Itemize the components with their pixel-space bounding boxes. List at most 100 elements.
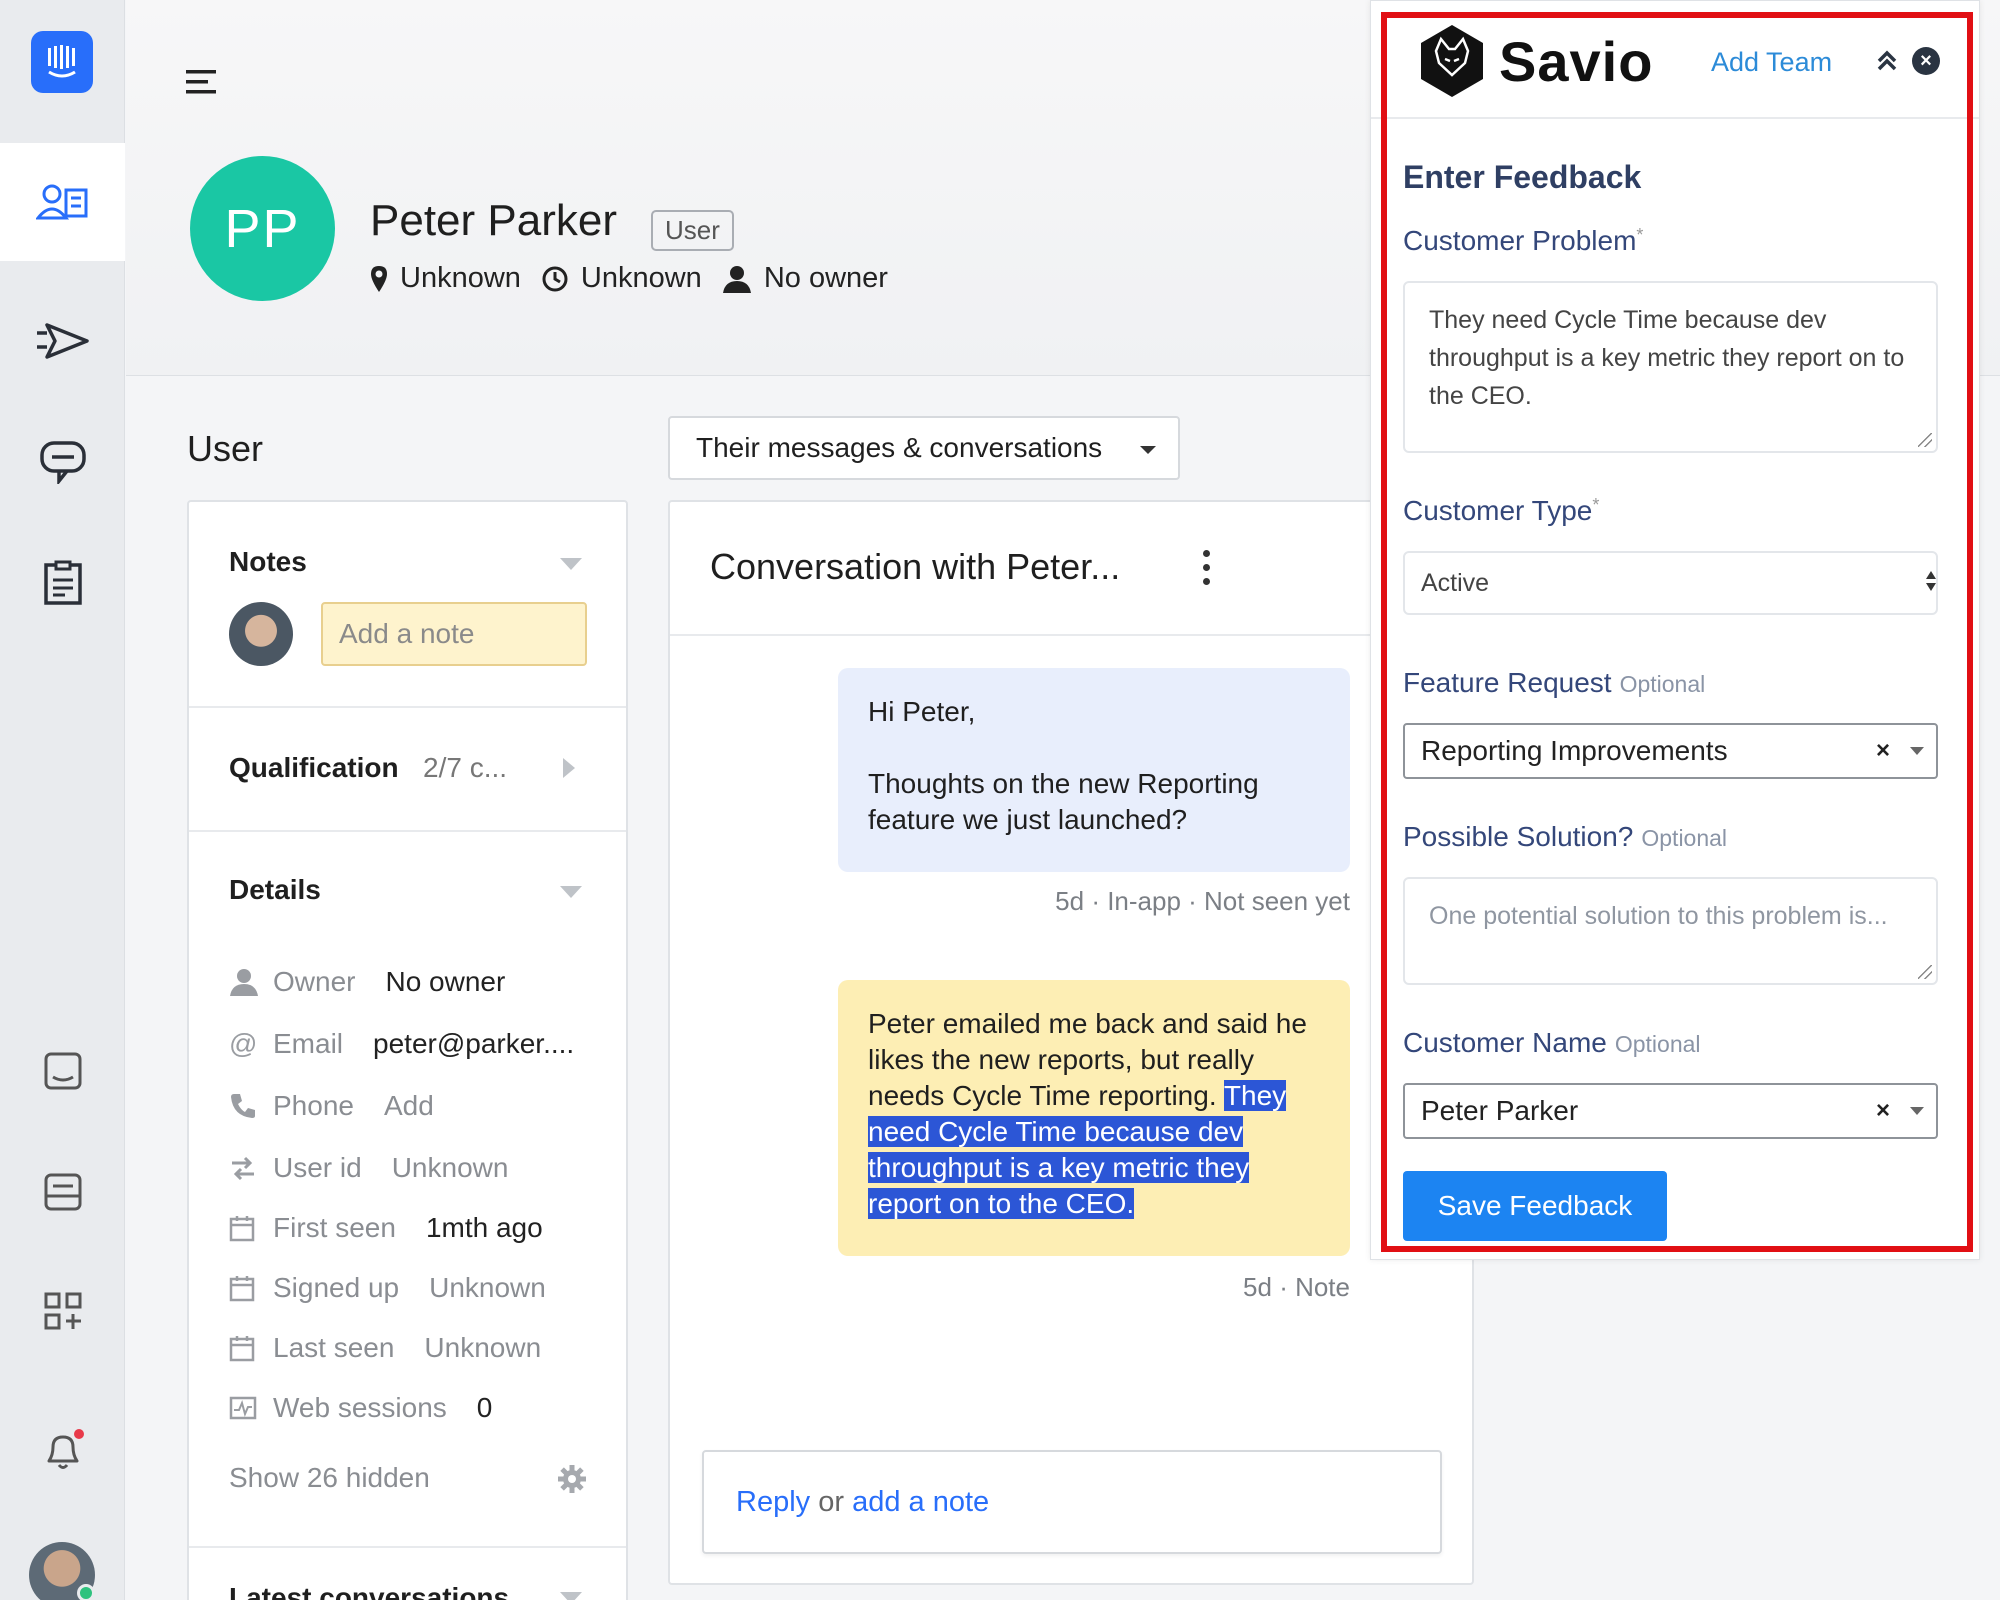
more-options-icon[interactable] (1203, 550, 1211, 592)
clear-selection-icon[interactable]: × (1876, 1097, 1890, 1125)
conversation-title: Conversation with Peter... (710, 546, 1121, 587)
resize-handle-icon[interactable] (1918, 433, 1932, 447)
latest-collapse-icon[interactable] (560, 1592, 582, 1600)
details-title: Details (229, 874, 321, 905)
qualification-expand-icon[interactable] (563, 758, 575, 778)
activity-chart-icon (229, 1396, 257, 1420)
nav-messages[interactable] (0, 1012, 125, 1130)
current-user-avatar[interactable] (29, 1542, 95, 1600)
nav-outbound[interactable] (0, 282, 125, 400)
feature-request-select[interactable]: Reporting Improvements × (1403, 723, 1938, 779)
online-indicator (77, 1584, 95, 1600)
conversation-card: Conversation with Peter... Hi Peter, Tho… (668, 500, 1474, 1585)
add-team-link[interactable]: Add Team (1711, 47, 1832, 78)
left-nav-rail (0, 0, 125, 1600)
qualification-section[interactable]: Qualification 2/7 c... (189, 708, 626, 832)
at-sign-icon: @ (229, 1028, 258, 1059)
calendar-icon (229, 1336, 255, 1362)
possible-solution-textarea[interactable]: One potential solution to this problem i… (1403, 877, 1938, 985)
outbound-message-bubble: Hi Peter, Thoughts on the new Reporting … (838, 668, 1350, 872)
detail-phone[interactable]: Phone Add (229, 1086, 434, 1126)
detail-first-seen[interactable]: First seen 1mth ago (229, 1208, 543, 1248)
person-icon (230, 969, 258, 996)
details-collapse-icon[interactable] (560, 886, 582, 898)
clock-icon (542, 266, 568, 291)
detail-email[interactable]: @ Email peter@parker.... (229, 1024, 574, 1064)
reply-composer[interactable]: Reply or add a note (702, 1450, 1442, 1554)
user-info-card: Notes Add a note Qualification 2/7 c... … (187, 500, 628, 1600)
notes-title: Notes (229, 546, 307, 577)
notes-collapse-icon[interactable] (560, 558, 582, 570)
close-icon[interactable]: × (1912, 47, 1940, 75)
detail-owner[interactable]: Owner No owner (229, 962, 505, 1002)
savio-fox-logo-icon (1421, 25, 1483, 97)
hamburger-menu-icon[interactable] (186, 70, 216, 94)
phone-icon (231, 1094, 255, 1118)
customer-name-select[interactable]: Peter Parker × (1403, 1083, 1938, 1139)
user-section-title: User (187, 428, 264, 469)
profile-meta: Unknown Unknown No owner (370, 262, 908, 295)
customer-problem-textarea[interactable]: They need Cycle Time because dev through… (1403, 281, 1938, 453)
profile-timezone: Unknown (580, 262, 702, 294)
calendar-icon (229, 1216, 255, 1242)
customer-problem-label: Customer Problem* (1403, 225, 1644, 256)
section-divider (189, 1546, 626, 1548)
app-grid-icon (44, 1292, 81, 1330)
add-note-input[interactable]: Add a note (321, 602, 587, 666)
dropdown-caret-icon[interactable] (1910, 747, 1924, 755)
profile-location: Unknown (400, 262, 521, 294)
message-meta: 5d · In-app · Not seen yet (1055, 886, 1350, 916)
bell-icon (47, 1429, 84, 1469)
nav-apps[interactable] (0, 1252, 125, 1370)
reply-link[interactable]: Reply (736, 1486, 810, 1519)
savio-header: Savio Add Team × (1371, 1, 1979, 119)
inbox-tray-icon (44, 1173, 81, 1211)
dropdown-caret-icon[interactable] (1910, 1107, 1924, 1115)
qualification-title: Qualification (229, 752, 399, 783)
calendar-icon (229, 1276, 255, 1302)
detail-last-seen[interactable]: Last seen Unknown (229, 1328, 541, 1368)
resize-handle-icon[interactable] (1918, 965, 1932, 979)
nav-articles[interactable] (0, 524, 125, 642)
conversation-filter-dropdown[interactable]: Their messages & conversations (668, 416, 1180, 480)
nav-notifications[interactable] (0, 1392, 125, 1510)
detail-user-id[interactable]: User id Unknown (229, 1148, 508, 1188)
notes-section: Notes Add a note (189, 502, 626, 708)
gear-icon[interactable] (557, 1464, 587, 1494)
possible-solution-label: Possible Solution? Optional (1403, 821, 1728, 852)
swap-arrows-icon (232, 1156, 254, 1181)
detail-web-sessions[interactable]: Web sessions 0 (229, 1388, 492, 1428)
clear-selection-icon[interactable]: × (1876, 737, 1890, 765)
savio-brand: Savio (1499, 30, 1654, 93)
nav-reports[interactable] (0, 1133, 125, 1251)
savio-feedback-panel: Savio Add Team × Enter Feedback Customer… (1370, 0, 1980, 1260)
qualification-progress: 2/7 c... (423, 752, 508, 783)
intercom-logo-icon[interactable] (31, 31, 93, 93)
chat-bubble-icon (39, 441, 86, 484)
internal-note-bubble: Peter emailed me back and said he likes … (838, 980, 1350, 1256)
customer-type-label: Customer Type* (1403, 495, 1600, 526)
save-feedback-button[interactable]: Save Feedback (1403, 1171, 1667, 1241)
feature-request-label: Feature Request Optional (1403, 667, 1706, 698)
paper-plane-icon (36, 323, 89, 359)
contacts-icon (35, 184, 87, 220)
message-box-icon (44, 1052, 81, 1090)
article-icon (43, 560, 82, 605)
profile-owner: No owner (763, 262, 888, 294)
dropdown-caret-icon (1140, 446, 1156, 454)
note-meta: 5d · Note (1243, 1272, 1350, 1302)
user-type-badge: User (651, 210, 734, 251)
customer-name-label: Customer Name Optional (1403, 1027, 1701, 1058)
profile-avatar: PP (190, 156, 335, 301)
latest-conversations-title: Latest conversations (229, 1582, 510, 1600)
double-chevron-up-icon[interactable] (1876, 49, 1898, 73)
detail-signed-up[interactable]: Signed up Unknown (229, 1268, 546, 1308)
profile-name: Peter Parker (370, 196, 617, 245)
add-note-link[interactable]: add a note (852, 1486, 989, 1519)
show-hidden-link[interactable]: Show 26 hidden (229, 1458, 430, 1498)
customer-type-select[interactable]: Active (1403, 551, 1938, 615)
location-pin-icon (371, 265, 387, 292)
note-author-avatar (229, 602, 293, 666)
nav-contacts[interactable] (0, 143, 125, 261)
nav-inbox[interactable] (0, 403, 125, 521)
